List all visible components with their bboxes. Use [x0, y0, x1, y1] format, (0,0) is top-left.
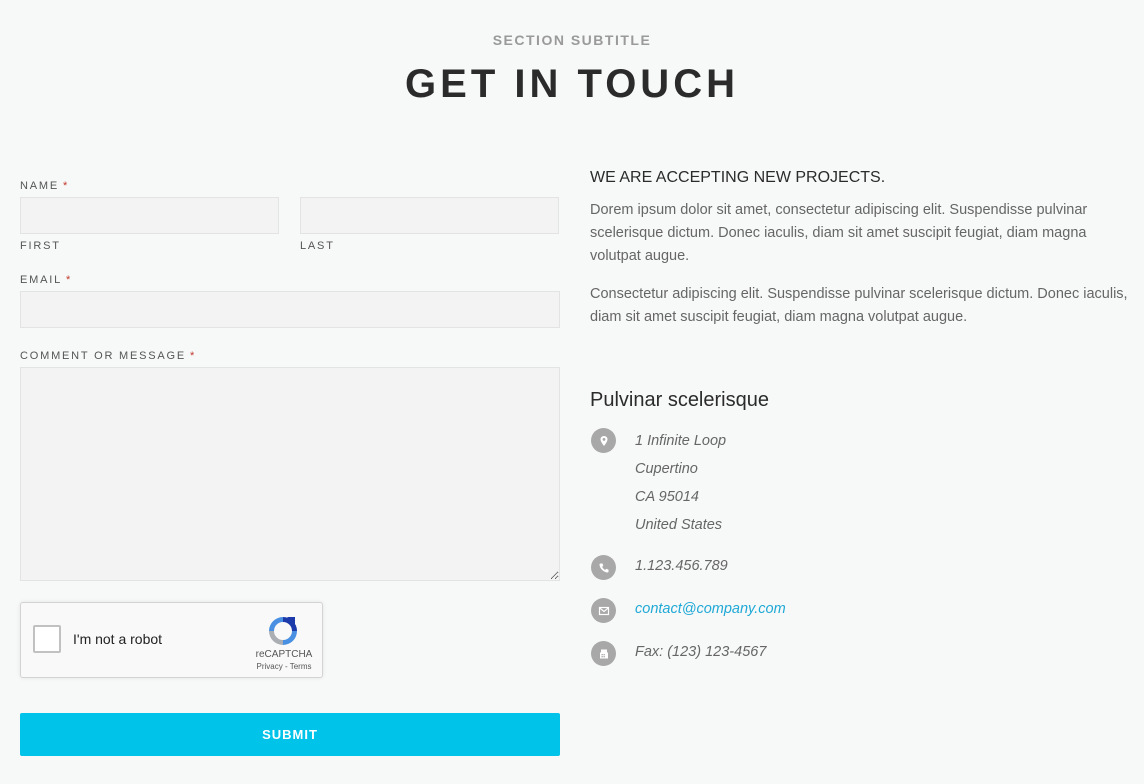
- last-name-input[interactable]: [300, 197, 559, 234]
- recaptcha-logo-icon: [269, 617, 297, 645]
- address-line: CA 95014: [635, 489, 699, 505]
- email-link[interactable]: contact@company.com: [635, 601, 786, 617]
- address-block: 1 Infinite Loop Cupertino CA 95014 Unite…: [635, 431, 726, 543]
- address-line: 1 Infinite Loop: [635, 433, 727, 449]
- contact-section: SECTION SUBTITLE GET IN TOUCH NAME * FIRS…: [0, 0, 1144, 784]
- company-name: Pulvinar scelerisque: [590, 389, 769, 411]
- message-textarea[interactable]: [20, 367, 560, 581]
- recaptcha-label: I'm not a robot: [73, 631, 163, 647]
- required-marker: *: [190, 350, 197, 362]
- info-paragraph-2: Consectetur adipiscing elit. Suspendisse…: [590, 286, 1128, 325]
- first-name-sublabel: FIRST: [20, 240, 61, 252]
- email-input[interactable]: [20, 291, 560, 328]
- recaptcha-checkbox[interactable]: [33, 625, 61, 653]
- address-line: Cupertino: [635, 461, 698, 477]
- recaptcha-brand: reCAPTCHA: [255, 649, 313, 660]
- name-label: NAME *: [20, 180, 69, 192]
- envelope-icon: [591, 598, 616, 623]
- required-marker: *: [62, 180, 70, 192]
- recaptcha-links: Privacy - Terms: [249, 662, 319, 671]
- map-pin-icon: [591, 428, 616, 453]
- submit-button[interactable]: SUBMIT: [20, 713, 560, 756]
- message-label-text: COMMENT OR MESSAGE: [20, 350, 187, 362]
- email-label: EMAIL *: [20, 274, 72, 286]
- message-label: COMMENT OR MESSAGE *: [20, 350, 196, 362]
- required-marker: *: [66, 274, 73, 286]
- recaptcha-privacy-link[interactable]: Privacy: [257, 662, 283, 671]
- fax-number: Fax: (123) 123-4567: [635, 644, 767, 660]
- phone-number: 1.123.456.789: [635, 558, 728, 574]
- last-name-sublabel: LAST: [300, 240, 335, 252]
- recaptcha-terms-link[interactable]: Terms: [290, 662, 312, 671]
- email-info: contact@company.com: [635, 601, 786, 617]
- name-label-text: NAME: [20, 180, 59, 192]
- email-label-text: EMAIL: [20, 274, 63, 286]
- phone-icon: [591, 555, 616, 580]
- section-subtitle: SECTION SUBTITLE: [492, 32, 652, 48]
- recaptcha-link-separator: -: [282, 662, 290, 671]
- recaptcha-widget: I'm not a robot reCAPTCHA Privacy - Term…: [20, 602, 323, 678]
- section-title: GET IN TOUCH: [405, 62, 739, 106]
- address-line: United States: [635, 517, 723, 533]
- info-heading: WE ARE ACCEPTING NEW PROJECTS.: [590, 169, 886, 186]
- fax-icon: [591, 641, 616, 666]
- first-name-input[interactable]: [20, 197, 279, 234]
- info-paragraph-1: Dorem ipsum dolor sit amet, consectetur …: [590, 202, 1088, 264]
